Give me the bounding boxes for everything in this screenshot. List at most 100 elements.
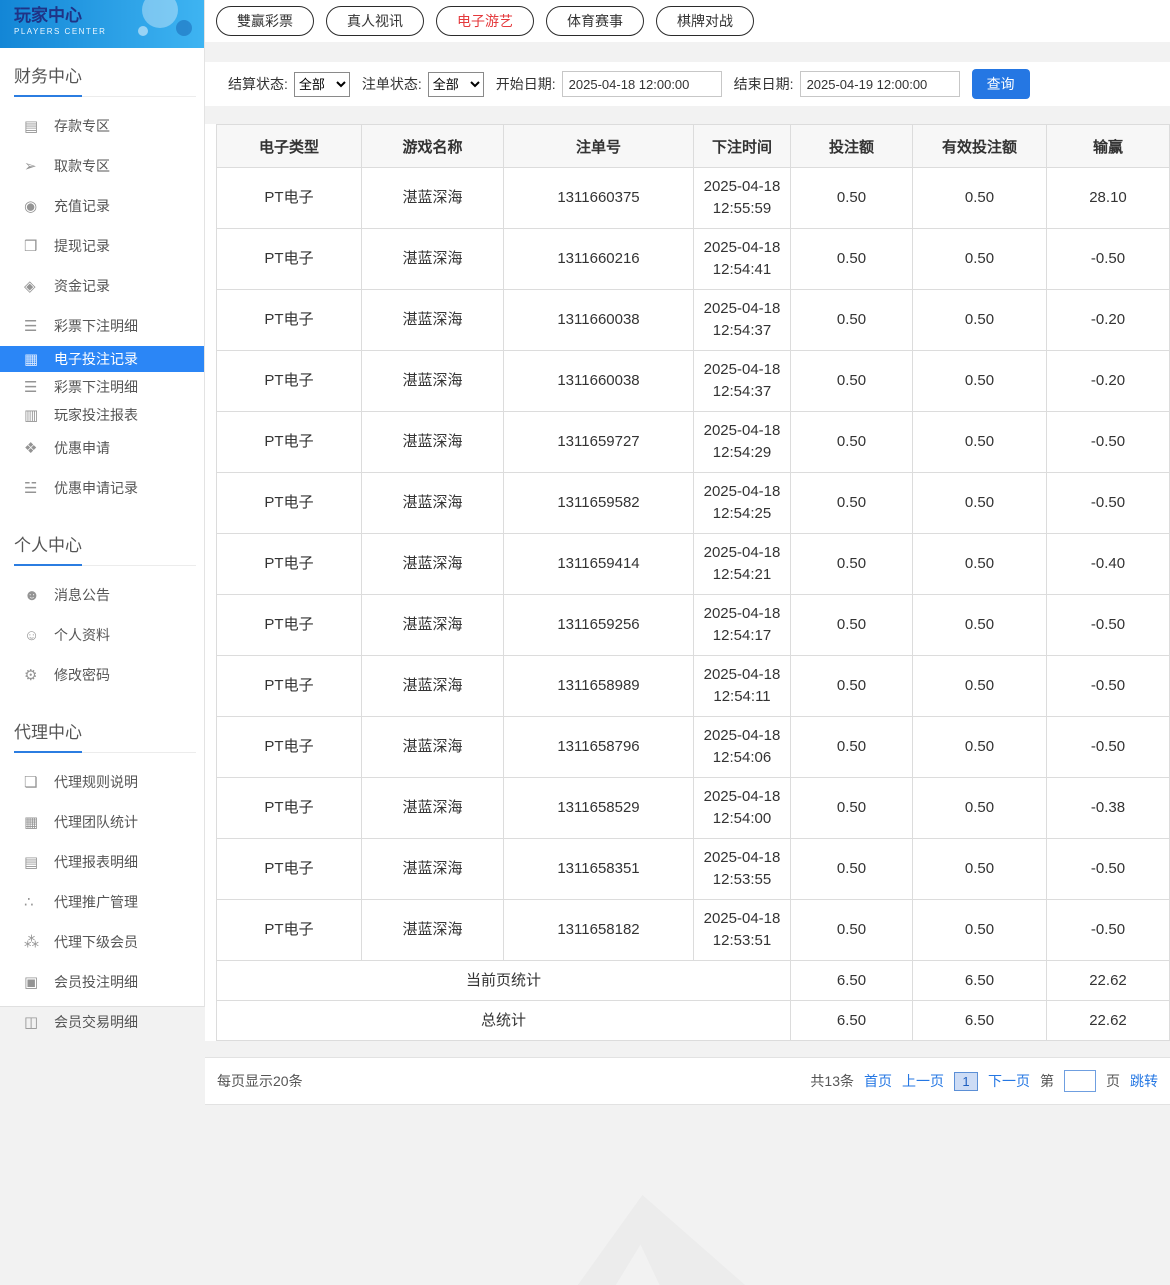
page-size-text: 每页显示20条 — [217, 1071, 303, 1091]
sidebar-item-label: 优惠申请记录 — [54, 478, 138, 498]
cell-order-number: 1311659256 — [504, 595, 694, 656]
search-button[interactable]: 查询 — [972, 69, 1030, 99]
sidebar-item-member-bet-details[interactable]: ▣ 会员投注明细 — [0, 962, 204, 1002]
prev-page-link[interactable]: 上一页 — [902, 1071, 944, 1091]
cell-bet-amount: 0.50 — [791, 717, 913, 778]
cell-electronic-type: PT电子 — [217, 534, 362, 595]
cell-bet-amount: 0.50 — [791, 168, 913, 229]
cell-win-loss: -0.50 — [1047, 595, 1170, 656]
cell-electronic-type: PT电子 — [217, 900, 362, 961]
cell-win-loss: -0.40 — [1047, 534, 1170, 595]
column-header: 游戏名称 — [362, 125, 504, 168]
cell-game-name: 湛蓝深海 — [362, 534, 504, 595]
page-number-input[interactable] — [1064, 1070, 1096, 1092]
cell-electronic-type: PT电子 — [217, 168, 362, 229]
cell-win-loss: -0.38 — [1047, 778, 1170, 839]
sidebar-item-promo-apply[interactable]: ❖ 优惠申请 — [0, 428, 204, 468]
sidebar-item-withdrawal-records[interactable]: ❒ 提现记录 — [0, 226, 204, 266]
cell-bet-amount: 0.50 — [791, 351, 913, 412]
tab-electronic-games[interactable]: 电子游艺 — [436, 6, 534, 36]
order-status-label: 注单状态: — [362, 74, 422, 94]
sidebar-item-recharge-records[interactable]: ◉ 充值记录 — [0, 186, 204, 226]
tab-sports[interactable]: 体育赛事 — [546, 6, 644, 36]
cell-order-number: 1311659727 — [504, 412, 694, 473]
cell-win-loss: -0.50 — [1047, 839, 1170, 900]
cell-bet-amount: 0.50 — [791, 778, 913, 839]
cell-bet-time: 2025-04-1812:55:59 — [694, 168, 791, 229]
sidebar-item-deposit-zone[interactable]: ▤ 存款专区 — [0, 106, 204, 146]
sidebar-item-messages[interactable]: ☻ 消息公告 — [0, 575, 204, 615]
page-summary-bet: 6.50 — [791, 961, 913, 1001]
end-date-input[interactable] — [800, 71, 960, 97]
sidebar-item-label: 个人资料 — [54, 625, 110, 645]
sidebar-item-promo-apply-records[interactable]: ☱ 优惠申请记录 — [0, 468, 204, 508]
cell-electronic-type: PT电子 — [217, 595, 362, 656]
table-row: PT电子 湛蓝深海 1311658796 2025-04-1812:54:06 … — [217, 717, 1170, 778]
table-header-row: 电子类型 游戏名称 注单号 下注时间 投注额 有效投注额 输赢 — [217, 125, 1170, 168]
order-status-select[interactable]: 全部 — [428, 72, 484, 97]
pagination-controls: 共13条 首页 上一页 1 下一页 第 页 跳转 — [810, 1070, 1158, 1092]
tab-lottery[interactable]: 雙赢彩票 — [216, 6, 314, 36]
sidebar-item-member-transactions[interactable]: ◫ 会员交易明细 — [0, 1002, 204, 1042]
start-date-input[interactable] — [562, 71, 722, 97]
sidebar-item-label: 消息公告 — [54, 585, 110, 605]
sidebar-item-agent-rules[interactable]: ❏ 代理规则说明 — [0, 762, 204, 802]
table-row: PT电子 湛蓝深海 1311660375 2025-04-1812:55:59 … — [217, 168, 1170, 229]
sidebar-item-label: 充值记录 — [54, 196, 110, 216]
sidebar-item-label: 会员投注明细 — [54, 972, 138, 992]
background-watermark — [555, 1195, 745, 1285]
cell-bet-time: 2025-04-1812:54:25 — [694, 473, 791, 534]
first-page-link[interactable]: 首页 — [864, 1071, 892, 1091]
sidebar-item-label: 代理报表明细 — [54, 852, 138, 872]
sidebar-item-label: 代理推广管理 — [54, 892, 138, 912]
settle-status-select[interactable]: 全部 — [294, 72, 350, 97]
sidebar-item-funds-records[interactable]: ◈ 资金记录 — [0, 266, 204, 306]
sidebar-header: 玩家中心 PLAYERS CENTER — [0, 0, 204, 48]
sidebar-item-label: 会员交易明细 — [54, 1012, 138, 1032]
sidebar-item-label: 提现记录 — [54, 236, 110, 256]
current-page-number[interactable]: 1 — [954, 1072, 978, 1091]
sidebar-item-agent-promotion[interactable]: ∴ 代理推广管理 — [0, 882, 204, 922]
cell-win-loss: -0.50 — [1047, 656, 1170, 717]
tab-live-video[interactable]: 真人视讯 — [326, 6, 424, 36]
sidebar-item-label: 玩家投注报表 — [54, 405, 138, 425]
tab-label: 体育赛事 — [567, 13, 623, 29]
sidebar-item-electronic-bet-records[interactable]: ▦ 电子投注记录 — [0, 346, 204, 372]
cell-bet-amount: 0.50 — [791, 595, 913, 656]
page-summary-valid: 6.50 — [913, 961, 1047, 1001]
sidebar-item-withdraw-zone[interactable]: ➢ 取款专区 — [0, 146, 204, 186]
tab-label: 电子游艺 — [457, 13, 513, 29]
sidebar-section: 代理中心 ❏ 代理规则说明 ▦ 代理团队统计 ▤ 代理报表明细 ∴ 代理推广管理… — [0, 718, 204, 1051]
column-header: 输赢 — [1047, 125, 1170, 168]
sidebar-item-lottery-bet-details-2[interactable]: ☰ 彩票下注明细 — [0, 372, 204, 402]
table-row: PT电子 湛蓝深海 1311659582 2025-04-1812:54:25 … — [217, 473, 1170, 534]
cell-valid-bet-amount: 0.50 — [913, 473, 1047, 534]
cell-electronic-type: PT电子 — [217, 839, 362, 900]
sidebar-item-agent-sub-members[interactable]: ⁂ 代理下级会员 — [0, 922, 204, 962]
sidebar-item-agent-report-details[interactable]: ▤ 代理报表明细 — [0, 842, 204, 882]
total-summary-label: 总统计 — [217, 1001, 791, 1041]
sidebar-item-player-bet-report[interactable]: ▥ 玩家投注报表 — [0, 402, 204, 428]
table-row: PT电子 湛蓝深海 1311659256 2025-04-1812:54:17 … — [217, 595, 1170, 656]
jump-link[interactable]: 跳转 — [1130, 1071, 1158, 1091]
end-date-label: 结束日期: — [734, 74, 794, 94]
electronic-bet-records-icon: ▦ — [24, 350, 54, 368]
column-header: 注单号 — [504, 125, 694, 168]
table-row: PT电子 湛蓝深海 1311659727 2025-04-1812:54:29 … — [217, 412, 1170, 473]
page-summary-label: 当前页统计 — [217, 961, 791, 1001]
cell-game-name: 湛蓝深海 — [362, 778, 504, 839]
sidebar-item-change-password[interactable]: ⚙ 修改密码 — [0, 655, 204, 695]
cell-valid-bet-amount: 0.50 — [913, 412, 1047, 473]
sidebar-section: 个人中心 ☻ 消息公告 ☺ 个人资料 ⚙ 修改密码 — [0, 531, 204, 704]
cell-valid-bet-amount: 0.50 — [913, 656, 1047, 717]
sidebar-item-profile[interactable]: ☺ 个人资料 — [0, 615, 204, 655]
cell-win-loss: 28.10 — [1047, 168, 1170, 229]
sidebar-item-agent-team-stats[interactable]: ▦ 代理团队统计 — [0, 802, 204, 842]
player-bet-report-icon: ▥ — [24, 406, 54, 424]
sidebar-item-lottery-bet-details[interactable]: ☰ 彩票下注明细 — [0, 306, 204, 346]
cell-bet-amount: 0.50 — [791, 229, 913, 290]
next-page-link[interactable]: 下一页 — [988, 1071, 1030, 1091]
tab-board-games[interactable]: 棋牌对战 — [656, 6, 754, 36]
main-content: 雙赢彩票 真人视讯 电子游艺 体育赛事 棋牌对战 结算状态: 全部 注单状态: … — [205, 0, 1170, 1105]
cell-valid-bet-amount: 0.50 — [913, 290, 1047, 351]
